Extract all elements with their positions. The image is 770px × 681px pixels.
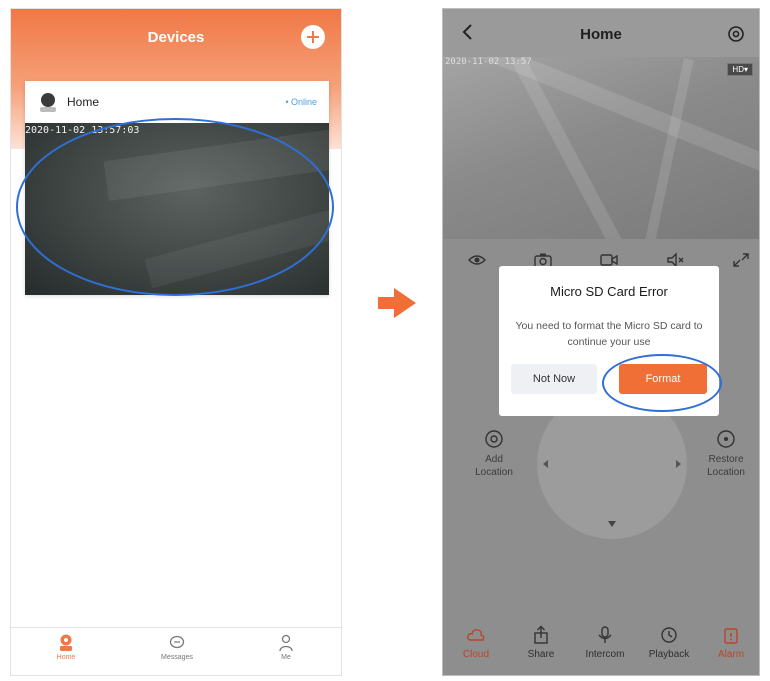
highlight-ellipse-format — [602, 354, 722, 412]
add-device-button[interactable] — [301, 25, 325, 49]
tab-label: Alarm — [717, 649, 745, 660]
device-row[interactable]: Home • Online — [25, 81, 329, 123]
restore-location-button[interactable]: Restore Location — [691, 429, 759, 479]
tab-share[interactable]: Share — [511, 625, 571, 660]
ptz-right-arrow[interactable] — [676, 460, 681, 468]
restore-location-label: Restore Location — [691, 453, 759, 479]
ptz-down-arrow[interactable] — [608, 521, 616, 527]
highlight-ellipse-preview — [16, 118, 334, 296]
live-view-screen: Home 2020-11-02 13:57 HD▾ Add Location R… — [442, 8, 760, 676]
gear-icon[interactable] — [727, 25, 745, 43]
add-location-button[interactable]: Add Location — [459, 429, 529, 479]
live-video[interactable]: 2020-11-02 13:57 HD▾ — [443, 57, 759, 239]
tab-messages[interactable]: Messages — [142, 634, 212, 661]
page-title: Home — [580, 26, 622, 43]
user-icon — [278, 634, 294, 652]
tab-home[interactable]: Home — [31, 634, 101, 661]
tab-me[interactable]: Me — [251, 634, 321, 661]
tab-label: Cloud — [462, 649, 490, 660]
tab-label: Share — [527, 649, 555, 660]
quality-selector[interactable]: HD▾ — [727, 63, 753, 76]
video-timestamp: 2020-11-02 13:57 — [445, 57, 532, 67]
playback-icon — [660, 625, 678, 645]
device-status: • Online — [285, 97, 317, 107]
bottom-tabbar: Home Messages Me — [11, 627, 341, 675]
add-location-text: Add Location — [475, 454, 513, 478]
device-name: Home — [67, 95, 100, 109]
restore-icon — [716, 429, 736, 449]
camera-icon — [39, 93, 57, 113]
tab-cloud[interactable]: Cloud — [446, 625, 506, 660]
add-location-label: Add Location — [459, 453, 529, 479]
tab-playback[interactable]: Playback — [639, 625, 699, 660]
arrow-right-icon — [378, 288, 416, 318]
fullscreen-icon[interactable] — [731, 251, 751, 269]
camera-home-icon — [58, 634, 74, 652]
dialog-message: You need to format the Micro SD card to … — [515, 320, 703, 348]
cloud-icon — [467, 625, 485, 645]
page-title: Devices — [147, 29, 205, 46]
eye-icon[interactable] — [467, 251, 487, 269]
share-icon — [532, 625, 550, 645]
message-icon — [169, 634, 185, 652]
restore-location-text: Restore Location — [707, 454, 745, 478]
action-tabbar: Cloud Share Intercom Playback Alarm — [443, 613, 759, 675]
tab-label: Home — [56, 654, 76, 661]
tab-label: Messages — [161, 654, 193, 661]
tab-label: Intercom — [585, 649, 625, 660]
alarm-icon — [722, 625, 740, 645]
not-now-button[interactable]: Not Now — [511, 364, 597, 394]
microphone-icon — [596, 625, 614, 645]
tab-alarm[interactable]: Alarm — [701, 625, 759, 660]
tab-intercom[interactable]: Intercom — [575, 625, 635, 660]
location-target-icon — [484, 429, 504, 449]
dialog-title: Micro SD Card Error — [550, 284, 668, 299]
live-header: Home — [443, 9, 759, 57]
tab-label: Me — [281, 654, 291, 661]
ptz-left-arrow[interactable] — [543, 460, 548, 468]
devices-screen: Devices Home • Online 2020-11-02 13:57:0… — [10, 8, 342, 676]
tab-label: Playback — [648, 649, 690, 660]
